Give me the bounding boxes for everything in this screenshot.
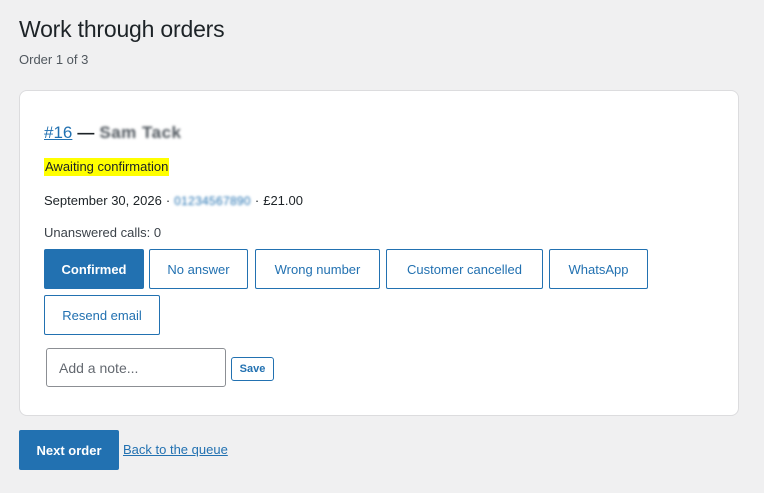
back-to-queue-link[interactable]: Back to the queue xyxy=(123,442,228,457)
order-total: £21.00 xyxy=(263,193,303,208)
next-order-button[interactable]: Next order xyxy=(19,430,119,470)
meta-separator: · xyxy=(254,193,260,208)
whatsapp-button[interactable]: WhatsApp xyxy=(549,249,648,289)
unanswered-calls: Unanswered calls: 0 xyxy=(44,225,162,240)
heading-dash: — xyxy=(77,123,95,142)
meta-separator: · xyxy=(165,193,171,208)
page: Work through orders Order 1 of 3 #16 — S… xyxy=(0,0,764,493)
confirmed-button[interactable]: Confirmed xyxy=(44,249,144,289)
order-date: September 30, 2026 xyxy=(44,193,162,208)
status-badge: Awaiting confirmation xyxy=(44,158,170,176)
phone-link[interactable]: 01234567890 xyxy=(174,194,251,208)
order-progress: Order 1 of 3 xyxy=(19,52,89,67)
note-input[interactable] xyxy=(46,348,226,387)
page-title: Work through orders xyxy=(19,16,225,42)
customer-cancelled-button[interactable]: Customer cancelled xyxy=(386,249,543,289)
order-heading: #16 — Sam Tack xyxy=(44,123,182,143)
no-answer-button[interactable]: No answer xyxy=(149,249,248,289)
order-card: #16 — Sam Tack Awaiting confirmation Sep… xyxy=(19,90,739,416)
wrong-number-button[interactable]: Wrong number xyxy=(255,249,380,289)
order-meta: September 30, 2026 · 01234567890 · £21.0… xyxy=(44,193,303,208)
resend-email-button[interactable]: Resend email xyxy=(44,295,160,335)
order-number-link[interactable]: #16 xyxy=(44,123,72,143)
customer-name: Sam Tack xyxy=(99,123,182,142)
save-note-button[interactable]: Save xyxy=(231,357,274,381)
